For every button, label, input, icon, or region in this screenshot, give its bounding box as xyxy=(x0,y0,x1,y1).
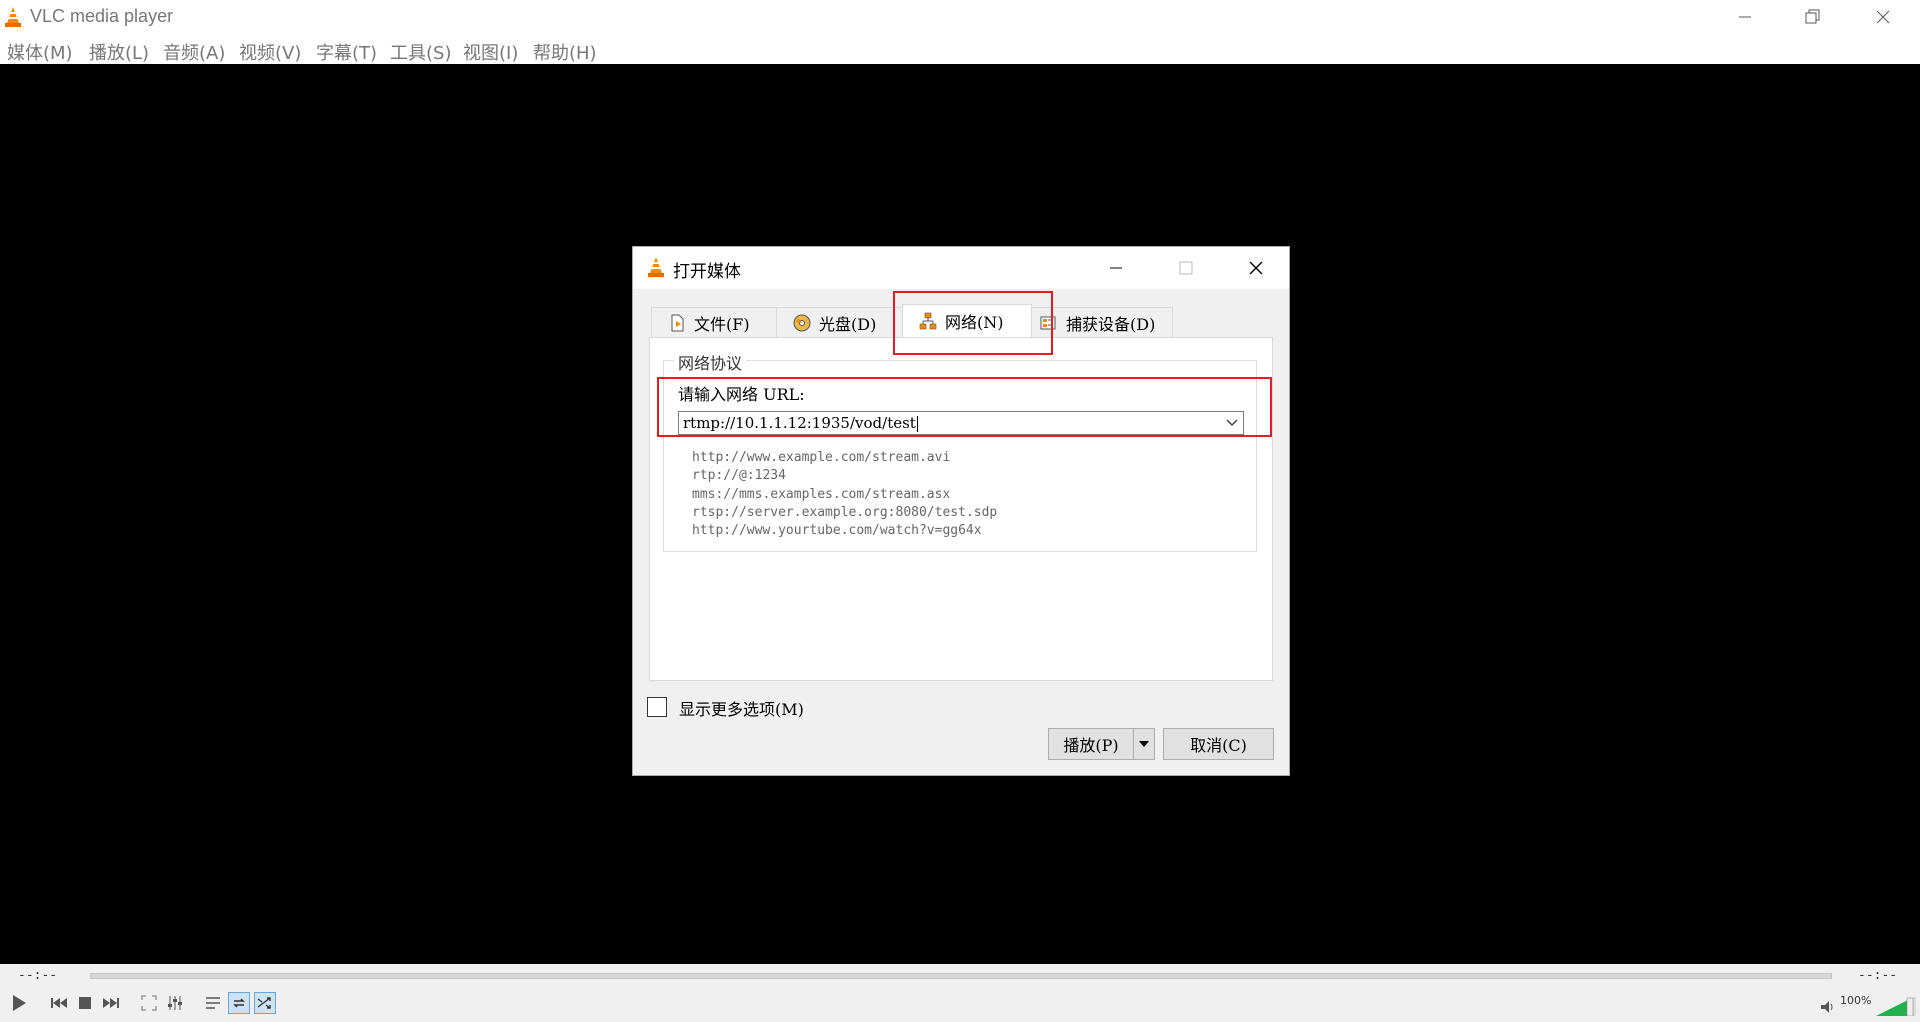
example-url: mms://mms.examples.com/stream.asx xyxy=(692,486,951,502)
shuffle-icon xyxy=(257,997,271,1009)
close-icon xyxy=(1876,10,1890,23)
menu-bar: 媒体(M) 播放(L) 音频(A) 视频(V) 字幕(T) 工具(S) 视图(I… xyxy=(0,33,1920,64)
dialog-title-bar: 打开媒体 xyxy=(633,247,1289,289)
vlc-cone-icon xyxy=(5,7,21,27)
cancel-button[interactable]: 取消(C) xyxy=(1163,728,1274,760)
fullscreen-button[interactable] xyxy=(138,992,160,1014)
minimize-icon xyxy=(1739,16,1751,17)
next-button[interactable] xyxy=(100,992,122,1014)
window-title: VLC media player xyxy=(30,6,174,26)
close-icon xyxy=(1249,261,1263,275)
dialog-minimize-button[interactable] xyxy=(1101,255,1131,281)
tab-disc-label: 光盘(D) xyxy=(819,314,877,334)
minimize-button[interactable] xyxy=(1710,0,1780,33)
tab-disc[interactable]: 光盘(D) xyxy=(776,307,903,337)
vlc-cone-icon xyxy=(648,257,664,277)
caret-down-icon xyxy=(1139,741,1149,747)
url-examples: http://www.example.com/stream.avi rtp://… xyxy=(692,449,997,540)
remaining-time: --:-- xyxy=(1858,968,1898,983)
minimize-icon xyxy=(1110,267,1122,269)
cancel-button-label: 取消(C) xyxy=(1190,736,1247,755)
tab-file[interactable]: 文件(F) xyxy=(651,307,777,337)
example-url: rtsp://server.example.org:8080/test.sdp xyxy=(692,504,998,520)
elapsed-time: --:-- xyxy=(18,968,58,983)
volume-level: 100% xyxy=(1840,994,1872,1007)
show-more-options-checkbox[interactable] xyxy=(647,697,667,717)
play-icon xyxy=(13,995,26,1011)
loop-button[interactable] xyxy=(228,992,250,1014)
loop-icon xyxy=(233,998,245,1008)
speaker-icon[interactable] xyxy=(1820,1000,1836,1014)
example-url: http://www.example.com/stream.avi xyxy=(692,450,951,465)
example-url: http://www.yourtube.com/watch?v=gg64x xyxy=(692,523,982,539)
skip-forward-icon xyxy=(103,998,119,1008)
menu-audio[interactable]: 音频(A) xyxy=(163,39,225,65)
play-dropdown-button[interactable] xyxy=(1133,728,1155,760)
menu-help[interactable]: 帮助(H) xyxy=(533,39,597,65)
skip-back-icon xyxy=(51,998,67,1008)
fullscreen-icon xyxy=(141,995,157,1011)
shuffle-button[interactable] xyxy=(254,992,276,1014)
disc-icon xyxy=(793,314,811,331)
play-button[interactable]: 播放(P) xyxy=(1048,728,1134,760)
playlist-icon xyxy=(206,997,220,1009)
tab-file-label: 文件(F) xyxy=(694,314,750,334)
network-tab-highlight xyxy=(893,291,1053,355)
menu-tools[interactable]: 工具(S) xyxy=(390,39,451,65)
menu-video[interactable]: 视频(V) xyxy=(239,39,301,65)
title-bar: VLC media player xyxy=(0,0,1920,33)
play-button-label: 播放(P) xyxy=(1063,736,1119,755)
stop-button[interactable] xyxy=(74,992,96,1014)
menu-playback[interactable]: 播放(L) xyxy=(89,39,149,65)
previous-button[interactable] xyxy=(48,992,70,1014)
example-url: rtp://@:1234 xyxy=(692,468,786,484)
dialog-maximize-button[interactable] xyxy=(1171,255,1201,281)
play-control-button[interactable] xyxy=(6,990,32,1016)
seek-slider[interactable] xyxy=(90,973,1832,979)
restore-icon xyxy=(1805,9,1820,23)
tab-capture-device-label: 捕获设备(D) xyxy=(1066,314,1156,334)
menu-subtitle[interactable]: 字幕(T) xyxy=(316,39,377,65)
close-button[interactable] xyxy=(1848,0,1918,33)
maximize-icon xyxy=(1179,261,1193,275)
url-field-highlight xyxy=(657,377,1272,437)
show-more-options-label[interactable]: 显示更多选项(M) xyxy=(679,696,804,720)
equalizer-icon xyxy=(168,996,182,1010)
menu-view[interactable]: 视图(I) xyxy=(463,39,518,65)
extended-settings-button[interactable] xyxy=(164,992,186,1014)
open-media-dialog: 打开媒体 文件(F) 光盘(D) 网络(N) 捕获设备(D) 网络协议 请输入网… xyxy=(632,246,1290,776)
file-icon xyxy=(671,314,684,331)
playlist-button[interactable] xyxy=(202,992,224,1014)
restore-button[interactable] xyxy=(1778,0,1848,33)
playback-controls: --:-- --:-- 100% xyxy=(0,964,1920,1022)
dialog-title: 打开媒体 xyxy=(673,262,741,282)
menu-media[interactable]: 媒体(M) xyxy=(7,39,73,65)
stop-icon xyxy=(79,997,91,1009)
volume-slider[interactable] xyxy=(1876,996,1916,1016)
dialog-close-button[interactable] xyxy=(1241,255,1271,281)
group-label: 网络协议 xyxy=(674,350,747,374)
